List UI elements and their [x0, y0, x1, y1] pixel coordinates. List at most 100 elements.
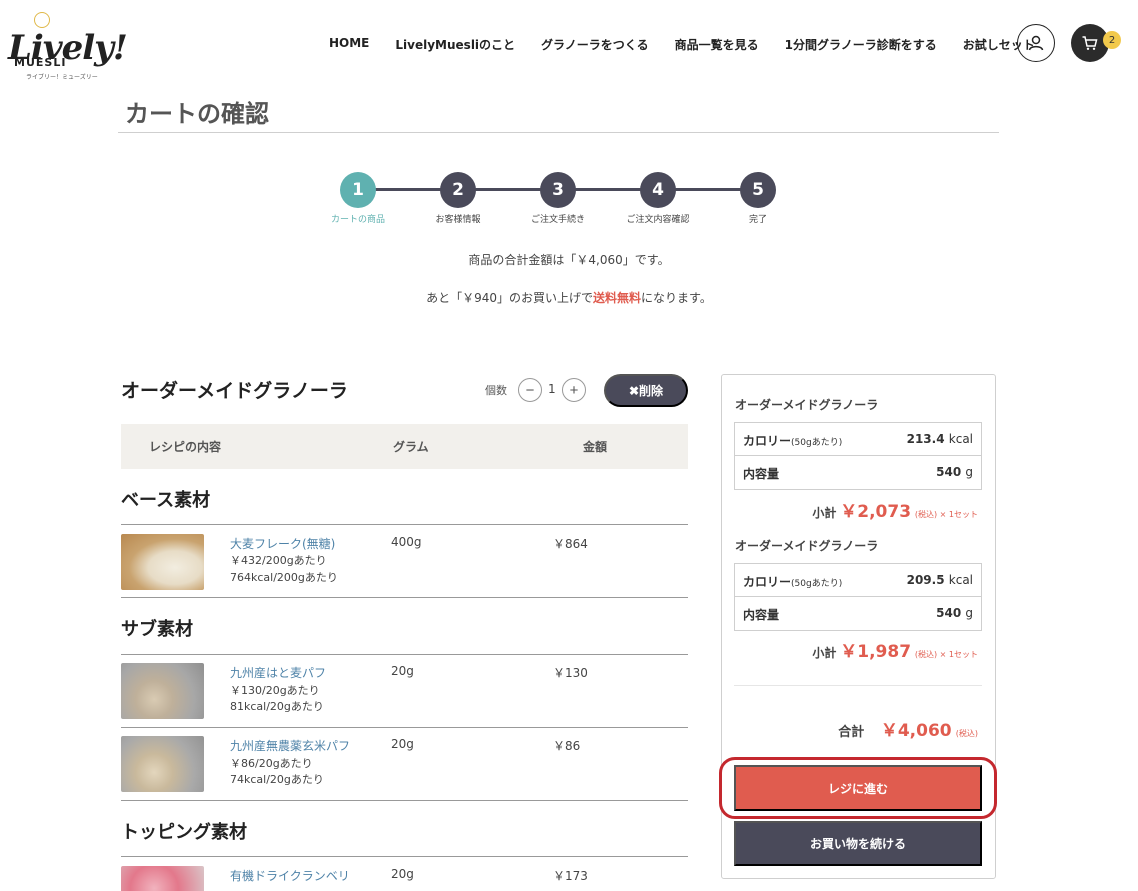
divider	[121, 727, 688, 728]
step-2-label: お客様情報	[435, 215, 481, 225]
cranberry-image	[121, 866, 204, 891]
nav-diagnosis[interactable]: 1分間グラノーラ診断をする	[785, 36, 937, 53]
quantity-decrease-button[interactable]: −	[518, 378, 542, 402]
brown-rice-puff-image	[121, 736, 204, 792]
summary-item-1-title: オーダーメイドグラノーラ	[735, 398, 879, 412]
calorie-label-text: カロリー	[743, 575, 792, 589]
volume-value: 540 g	[936, 606, 973, 620]
item-unit-brown-rice: ￥86/20gあたり	[230, 757, 313, 770]
hatomugi-puff-image	[121, 663, 204, 719]
step-5: 5	[740, 172, 776, 208]
col-gram: グラム	[393, 440, 429, 454]
item-name-brown-rice[interactable]: 九州産無農薬玄米パフ	[230, 737, 350, 754]
main-nav: HOME LivelyMuesliのこと グラノーラをつくる 商品一覧を見る 1…	[329, 36, 1035, 53]
volume-unit: g	[965, 606, 973, 620]
volume-unit: g	[965, 465, 973, 479]
item-name-barley[interactable]: 大麦フレーク(無糖)	[230, 535, 335, 552]
cart-total-message: 商品の合計金額は「￥4,060」です。	[468, 253, 670, 267]
free-shipping-post: になります。	[641, 291, 712, 305]
subtotal-label: 小計	[812, 646, 837, 660]
product-title: オーダーメイドグラノーラ	[121, 380, 348, 402]
step-4: 4	[640, 172, 676, 208]
calorie-row: カロリー(50gあたり) 209.5 kcal	[735, 564, 981, 597]
item-unit-barley: ￥432/200gあたり	[230, 554, 327, 567]
step-1-label: カートの商品	[330, 215, 386, 225]
subtotal-amount: ￥1,987	[840, 642, 912, 662]
continue-shopping-button[interactable]: お買い物を続ける	[734, 821, 982, 866]
item-name-hatomugi[interactable]: 九州産はと麦パフ	[230, 664, 326, 681]
calorie-label-text: カロリー	[743, 434, 792, 448]
step-3: 3	[540, 172, 576, 208]
total-label: 合計	[838, 725, 865, 740]
logo-tagline: ライブリー！ミューズリー	[26, 74, 98, 81]
quantity-value: 1	[548, 382, 556, 396]
nav-about[interactable]: LivelyMuesliのこと	[395, 36, 515, 53]
nav-products[interactable]: 商品一覧を見る	[675, 36, 759, 53]
volume-label: 内容量	[743, 608, 780, 622]
step-3-label: ご注文手続き	[530, 215, 586, 225]
volume-label: 内容量	[743, 467, 780, 481]
step-2: 2	[440, 172, 476, 208]
section-topping-title: トッピング素材	[121, 822, 247, 843]
item-gram-barley: 400g	[391, 535, 422, 549]
calorie-row: カロリー(50gあたり) 213.4 kcal	[735, 423, 981, 456]
item-kcal-brown-rice: 74kcal/20gあたり	[230, 773, 324, 786]
volume-number: 540	[936, 606, 962, 620]
free-shipping-message: あと「￥940」のお買い上げで送料無料になります。	[0, 289, 1138, 306]
total-amount: ￥4,060	[880, 721, 952, 741]
summary-item-2-table: カロリー(50gあたり) 209.5 kcal 内容量 540 g	[734, 563, 982, 631]
nav-make-granola[interactable]: グラノーラをつくる	[541, 36, 649, 53]
divider	[121, 654, 688, 655]
item-price-brown-rice: ￥86	[553, 739, 581, 753]
cart-icon	[1082, 36, 1098, 50]
grand-total: 合計 ￥4,060 (税込)	[838, 716, 978, 741]
brand-logo[interactable]: Lively! MUESLI ライブリー！ミューズリー	[8, 12, 128, 82]
volume-row: 内容量 540 g	[735, 597, 981, 630]
nav-home[interactable]: HOME	[329, 36, 369, 53]
barley-flakes-image	[121, 534, 204, 590]
section-base-title: ベース素材	[121, 490, 211, 511]
divider	[121, 597, 688, 598]
subtotal-2: 小計 ￥1,987 (税込) × 1セット	[812, 637, 978, 662]
account-button[interactable]	[1017, 24, 1055, 62]
item-name-cranberry[interactable]: 有機ドライクランベリ	[230, 867, 350, 884]
delete-button[interactable]: ✖削除	[604, 374, 688, 407]
total-note: (税込)	[955, 729, 978, 738]
item-kcal-hatomugi: 81kcal/20gあたり	[230, 700, 324, 713]
calorie-number: 209.5	[906, 573, 945, 587]
section-sub-title: サブ素材	[121, 619, 193, 640]
item-kcal-barley: 764kcal/200gあたり	[230, 571, 338, 584]
recipe-table-header: レシピの内容 グラム 金額	[121, 424, 688, 469]
calorie-value: 209.5 kcal	[907, 573, 973, 587]
calorie-unit: kcal	[948, 573, 973, 587]
calorie-number: 213.4	[906, 432, 945, 446]
divider	[121, 524, 688, 525]
step-4-label: ご注文内容確認	[626, 215, 690, 225]
item-gram-hatomugi: 20g	[391, 664, 414, 678]
calorie-note: (50gあたり)	[791, 438, 843, 448]
checkout-button[interactable]: レジに進む	[734, 765, 982, 811]
item-price-cranberry: ￥173	[553, 869, 588, 883]
quantity-label: 個数	[485, 384, 507, 397]
calorie-label: カロリー(50gあたり)	[743, 432, 842, 449]
subtotal-note: (税込) × 1セット	[914, 650, 978, 659]
calorie-value: 213.4 kcal	[907, 432, 973, 446]
quantity-increase-button[interactable]: +	[562, 378, 586, 402]
item-gram-cranberry: 20g	[391, 867, 414, 881]
volume-number: 540	[936, 465, 962, 479]
item-price-barley: ￥864	[553, 537, 588, 551]
volume-value: 540 g	[936, 465, 973, 479]
divider	[734, 685, 982, 686]
calorie-unit: kcal	[948, 432, 973, 446]
item-gram-brown-rice: 20g	[391, 737, 414, 751]
col-price: 金額	[583, 440, 608, 454]
subtotal-note: (税込) × 1セット	[914, 510, 978, 519]
step-1: 1	[340, 172, 376, 208]
subtotal-1: 小計 ￥2,073 (税込) × 1セット	[812, 497, 978, 522]
divider	[121, 856, 688, 857]
step-5-label: 完了	[748, 215, 768, 225]
calorie-label: カロリー(50gあたり)	[743, 573, 842, 590]
page-title: カートの確認	[125, 100, 269, 128]
sun-icon	[34, 12, 50, 28]
cart-count-badge: 2	[1103, 31, 1121, 49]
